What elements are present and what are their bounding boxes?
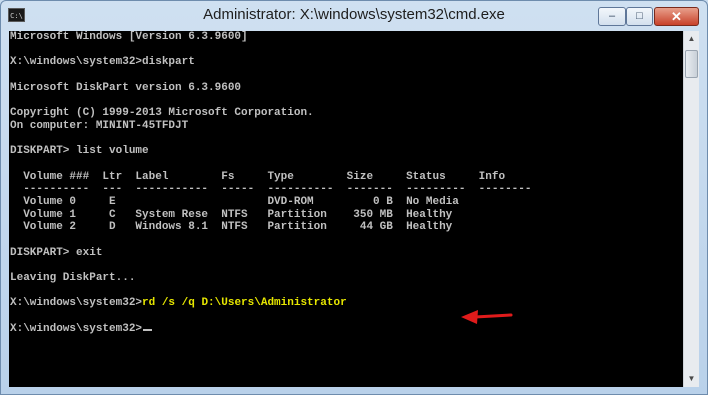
vertical-scrollbar[interactable]: ▲ ▼ (683, 31, 699, 387)
console-line: On computer: MININT-45TFDJT (10, 119, 189, 132)
console-line: X:\windows\system32>rd /s /q D:\Users\Ad… (10, 297, 347, 310)
console-line: Volume 0 E DVD-ROM 0 B No Media (10, 195, 459, 208)
console-lines: Microsoft Windows [Version 6.3.9600] X:\w… (9, 31, 532, 336)
console-line: Volume 2 D Windows 8.1 NTFS Partition 44… (10, 221, 453, 234)
console-line: Copyright (C) 1999-2013 Microsoft Corpor… (10, 107, 314, 120)
scroll-up-arrow-icon[interactable]: ▲ (684, 31, 699, 47)
red-arrow-icon (461, 310, 513, 324)
close-button[interactable]: ✕ (654, 7, 699, 26)
console-line: Microsoft DiskPart version 6.3.9600 (10, 81, 242, 94)
console-line: DISKPART> exit (10, 246, 103, 259)
text-cursor (143, 328, 153, 331)
title-bar[interactable]: C:\ Administrator: X:\windows\system32\c… (1, 1, 707, 31)
maximize-button[interactable]: □ (626, 7, 653, 26)
minimize-button[interactable]: – (598, 7, 626, 26)
console-line: Microsoft Windows [Version 6.3.9600] (10, 31, 248, 43)
cmd-window: C:\ Administrator: X:\windows\system32\c… (0, 0, 708, 395)
scroll-down-arrow-icon[interactable]: ▼ (684, 371, 699, 387)
console-line: Volume ### Ltr Label Fs Type Size Status… (10, 170, 506, 183)
console-line: X:\windows\system32> (9, 323, 532, 336)
console-line: Leaving DiskPart... (10, 272, 136, 285)
scrollbar-thumb[interactable] (685, 50, 698, 78)
highlighted-command: rd /s /q D:\Users\Administrator (142, 297, 347, 310)
console-line: X:\windows\system32>diskpart (10, 56, 195, 69)
console-output[interactable]: Microsoft Windows [Version 6.3.9600] X:\w… (9, 31, 683, 387)
console-line: ---------- --- ----------- ----- -------… (10, 183, 532, 196)
console-line: DISKPART> list volume (10, 145, 149, 158)
console-line: Volume 1 C System Rese NTFS Partition 35… (10, 208, 453, 221)
